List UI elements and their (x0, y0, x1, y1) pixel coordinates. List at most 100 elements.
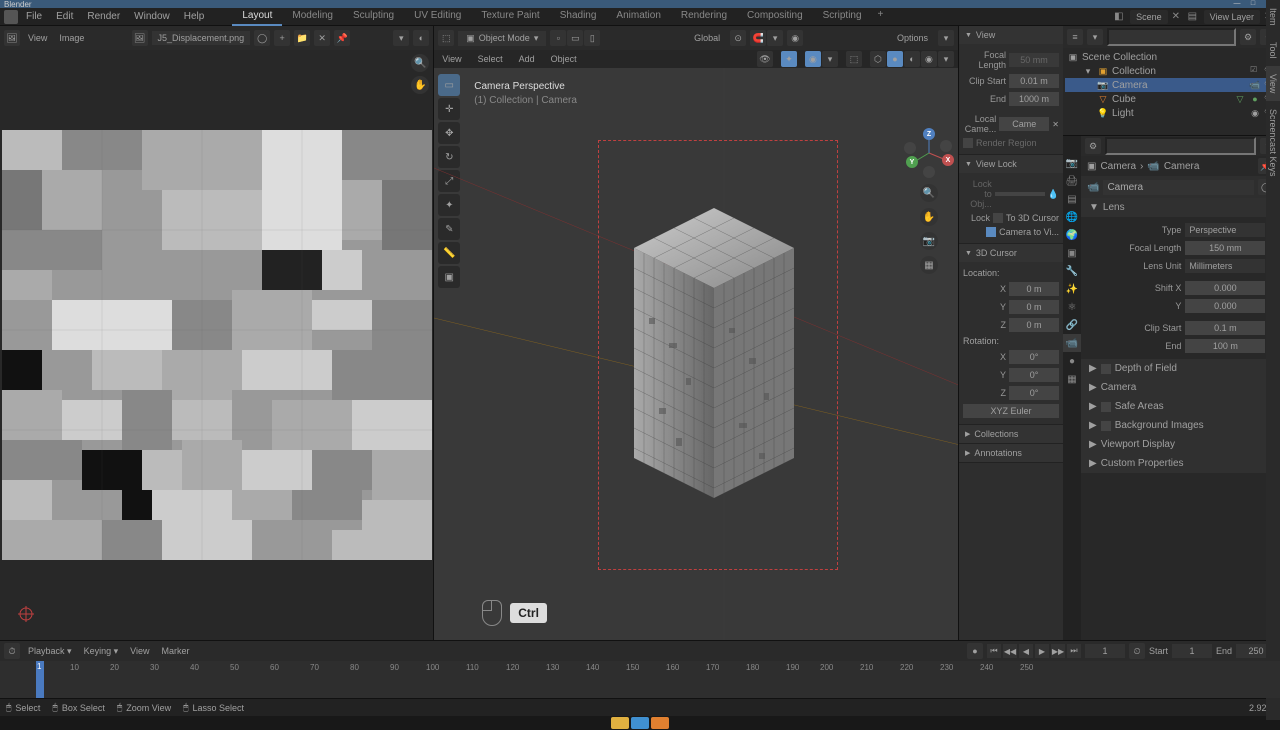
image-slot-dropdown[interactable]: ▾ (393, 30, 409, 46)
jump-next-keyframe-button[interactable]: ▶▶ (1051, 644, 1065, 658)
outliner-editor-dropdown[interactable]: ≡ (1067, 29, 1083, 45)
prop-tab-data[interactable]: 📹 (1063, 334, 1081, 352)
start-frame-field[interactable]: 1 (1172, 644, 1212, 658)
prop-tab-scene[interactable]: 🌐 (1063, 208, 1081, 226)
interaction-mode-dropdown[interactable]: ▣ Object Mode ▾ (458, 31, 546, 46)
pivot-dropdown[interactable]: ⊙ (730, 30, 746, 46)
nav-pan-icon[interactable]: ✋ (920, 208, 938, 226)
workspace-shading[interactable]: Shading (550, 7, 607, 26)
image-users-icon[interactable]: ◯ (254, 30, 270, 46)
select-mode-3[interactable]: ▯ (584, 30, 600, 46)
object-types-visibility[interactable]: 👁 (757, 51, 773, 67)
cursor-rx-field[interactable]: 0° (1009, 350, 1059, 364)
image-browse-icon[interactable]: 🖼 (132, 30, 148, 46)
lock-to-obj-field[interactable] (995, 192, 1045, 196)
outliner-filter-icon[interactable]: ⚙ (1240, 29, 1256, 45)
jump-prev-keyframe-button[interactable]: ◀◀ (1003, 644, 1017, 658)
prop-tab-material[interactable]: ● (1063, 352, 1081, 370)
cursor-y-field[interactable]: 0 m (1009, 300, 1059, 314)
workspace-layout[interactable]: Layout (232, 7, 282, 26)
outliner-item-cube[interactable]: ▽ Cube ▽ ● 👁 (1065, 92, 1278, 106)
bgimages-enable-check[interactable] (1101, 421, 1111, 431)
viewport-canvas[interactable]: Camera Perspective (1) Collection | Came… (434, 68, 958, 640)
shading-matprev[interactable]: ◐ (904, 51, 920, 67)
npanel-viewlock-header[interactable]: ▼View Lock (959, 155, 1063, 173)
cursor-rotmode-dropdown[interactable]: XYZ Euler (963, 404, 1059, 418)
lens-unit-dropdown[interactable]: Millimeters (1185, 259, 1265, 273)
vp-menu-object[interactable]: Object (547, 52, 581, 66)
npanel-collections-header[interactable]: ▶Collections (959, 425, 1063, 443)
play-button[interactable]: ▶ (1035, 644, 1049, 658)
options-dropdown[interactable]: Options (891, 31, 934, 45)
nav-zoom-icon[interactable]: 🔍 (920, 184, 938, 202)
shading-dropdown[interactable]: ▾ (938, 51, 954, 67)
workspace-uv-editing[interactable]: UV Editing (404, 7, 471, 26)
viewport-gizmos-icon[interactable]: ▾ (938, 30, 954, 46)
image-display-channels[interactable]: ◐ (413, 30, 429, 46)
eyedropper-icon[interactable]: 💧 (1048, 189, 1059, 200)
npanel-tab-item[interactable]: Item (1266, 0, 1280, 34)
clip-end-field[interactable]: 1000 m (1009, 92, 1059, 106)
menu-file[interactable]: File (20, 9, 48, 24)
shading-solid[interactable]: ● (887, 51, 903, 67)
tl-menu-view[interactable]: View (126, 644, 153, 658)
outliner-display-mode[interactable]: ▾ (1087, 29, 1103, 45)
overlay-dropdown[interactable]: ▾ (822, 51, 838, 67)
prop-lens-header[interactable]: ▼Lens (1081, 198, 1280, 217)
prop-tab-physics[interactable]: ⚛ (1063, 298, 1081, 316)
prop-clip-end-field[interactable]: 100 m (1185, 339, 1265, 353)
cursor-ry-field[interactable]: 0° (1009, 368, 1059, 382)
outliner-scene-collection[interactable]: ▣ Scene Collection (1065, 50, 1278, 64)
cursor-rz-field[interactable]: 0° (1009, 386, 1059, 400)
camera-data-icon[interactable]: 📹 (1087, 182, 1099, 193)
breadcrumb-data[interactable]: Camera (1164, 161, 1200, 172)
prop-tab-world[interactable]: 🌍 (1063, 226, 1081, 244)
minimize-button[interactable]: — (1230, 0, 1244, 8)
prop-viewportdisplay-header[interactable]: ▶Viewport Display (1081, 435, 1280, 454)
select-mode-1[interactable]: ▫ (550, 30, 566, 46)
img-zoom-icon[interactable]: 🔍 (411, 54, 429, 72)
prop-tab-object[interactable]: ▣ (1063, 244, 1081, 262)
tl-menu-marker[interactable]: Marker (157, 644, 193, 658)
lock-camera-check[interactable] (986, 227, 996, 237)
local-camera-field[interactable]: Came (999, 117, 1049, 131)
taskbar-explorer-icon[interactable] (611, 717, 629, 729)
prop-bgimages-header[interactable]: ▶Background Images (1081, 416, 1280, 435)
shading-wireframe[interactable]: ⬡ (870, 51, 886, 67)
dof-enable-check[interactable] (1101, 364, 1111, 374)
nav-persp-icon[interactable]: ▦ (920, 256, 938, 274)
lens-focal-field[interactable]: 150 mm (1185, 241, 1265, 255)
prop-tab-constraints[interactable]: 🔗 (1063, 316, 1081, 334)
shift-x-field[interactable]: 0.000 (1185, 281, 1265, 295)
snap-toggle[interactable]: 🧲 (750, 30, 766, 46)
npanel-annotations-header[interactable]: ▶Annotations (959, 444, 1063, 462)
menu-render[interactable]: Render (81, 9, 126, 24)
shading-rendered[interactable]: ◉ (921, 51, 937, 67)
prop-safeareas-header[interactable]: ▶Safe Areas (1081, 397, 1280, 416)
viewlayer-icon[interactable]: ▤ (1188, 11, 1200, 23)
shift-y-field[interactable]: 0.000 (1185, 299, 1265, 313)
workspace-add[interactable]: + (872, 7, 890, 26)
select-mode-2[interactable]: ▭ (567, 30, 583, 46)
menu-help[interactable]: Help (178, 9, 211, 24)
tl-menu-keying[interactable]: Keying ▾ (80, 644, 123, 659)
outliner-item-light[interactable]: 💡 Light ◉ 👁 (1065, 106, 1278, 120)
xray-toggle[interactable]: ⬚ (846, 51, 862, 67)
vp-menu-view[interactable]: View (438, 52, 465, 66)
proportional-edit[interactable]: ◉ (787, 30, 803, 46)
orientation-dropdown[interactable]: Global (688, 31, 726, 45)
prop-tab-modifier[interactable]: 🔧 (1063, 262, 1081, 280)
img-hand-icon[interactable]: ✋ (411, 76, 429, 94)
prop-customprops-header[interactable]: ▶Custom Properties (1081, 454, 1280, 473)
npanel-3dcursor-header[interactable]: ▼3D Cursor (959, 244, 1063, 262)
workspace-sculpting[interactable]: Sculpting (343, 7, 404, 26)
img-menu-view[interactable]: View (24, 31, 51, 45)
img-menu-image[interactable]: Image (55, 31, 88, 45)
outliner-search-input[interactable] (1107, 28, 1236, 46)
npanel-view-header[interactable]: ▼View (959, 26, 1063, 44)
scene-new-icon[interactable]: ✕ (1172, 11, 1184, 23)
workspace-modeling[interactable]: Modeling (282, 7, 343, 26)
lock-3dcursor-check[interactable] (993, 213, 1003, 223)
properties-search-input[interactable] (1105, 137, 1256, 155)
scene-field[interactable]: Scene (1130, 10, 1168, 24)
